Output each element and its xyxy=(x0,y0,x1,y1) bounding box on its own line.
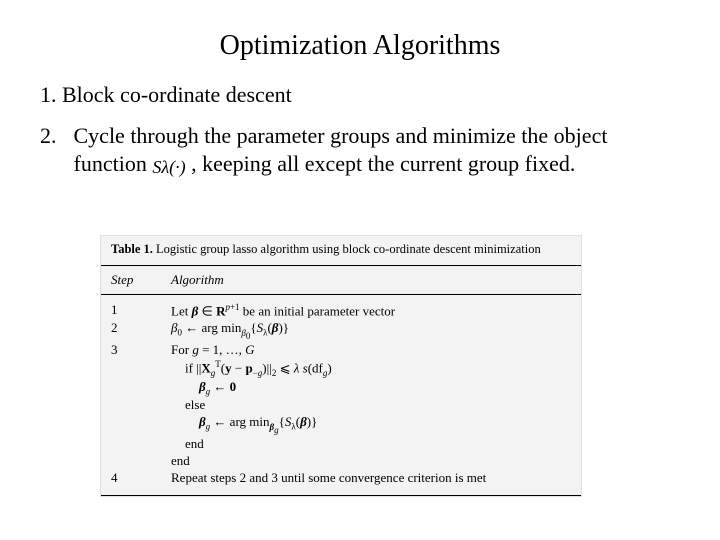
table-row: βg ← arg minβg{Sλ(β)} xyxy=(111,414,571,434)
table-header: Step Algorithm xyxy=(101,266,581,294)
slide: Optimization Algorithms 1. Block co-ordi… xyxy=(0,0,720,540)
list-item-2: 2. Cycle through the parameter groups an… xyxy=(40,122,680,177)
table-row: end xyxy=(111,453,571,469)
table-row: if ||XgT(y − p−g)||2 ⩽ λ s(dfg) xyxy=(111,359,571,378)
table-row: end xyxy=(111,436,571,452)
table-cell-algorithm: For g = 1, …, G xyxy=(171,342,571,358)
table-caption-label: Table 1. xyxy=(111,242,153,256)
table-header-algorithm: Algorithm xyxy=(171,272,571,288)
table-cell-step: 3 xyxy=(111,342,171,358)
slide-title: Optimization Algorithms xyxy=(40,30,680,62)
table-cell-step: 1 xyxy=(111,302,171,318)
rule-bottom xyxy=(101,495,581,496)
table-cell-algorithm: β0 ← arg minβ0{Sλ(β)} xyxy=(171,320,571,340)
table-header-step: Step xyxy=(111,272,171,288)
algorithm-table: Table 1. Logistic group lasso algorithm … xyxy=(100,235,582,497)
table-cell-step: 2 xyxy=(111,320,171,336)
table-row: 1Let β ∈ Rp+1 be an initial parameter ve… xyxy=(111,302,571,319)
table-row: 2β0 ← arg minβ0{Sλ(β)} xyxy=(111,320,571,340)
list-item-2-number: 2. xyxy=(40,122,68,150)
table-row: 3For g = 1, …, G xyxy=(111,342,571,358)
table-caption-text: Logistic group lasso algorithm using blo… xyxy=(153,242,541,256)
table-row: 4Repeat steps 2 and 3 until some converg… xyxy=(111,470,571,486)
table-cell-algorithm: Let β ∈ Rp+1 be an initial parameter vec… xyxy=(171,302,571,319)
table-cell-algorithm: Repeat steps 2 and 3 until some converge… xyxy=(171,470,571,486)
table-cell-algorithm: end xyxy=(171,453,571,469)
inline-math-s-lambda: Sλ(·) xyxy=(152,157,185,177)
list-item-2-body: Cycle through the parameter groups and m… xyxy=(74,122,664,177)
table-caption: Table 1. Logistic group lasso algorithm … xyxy=(101,236,581,265)
table-cell-algorithm: end xyxy=(171,436,571,452)
table-cell-algorithm: βg ← 0 xyxy=(171,379,571,397)
table-cell-algorithm: else xyxy=(171,397,571,413)
table-row: βg ← 0 xyxy=(111,379,571,397)
table-cell-algorithm: if ||XgT(y − p−g)||2 ⩽ λ s(dfg) xyxy=(171,359,571,378)
table-cell-step: 4 xyxy=(111,470,171,486)
list-item-1: 1. Block co-ordinate descent xyxy=(40,82,680,108)
table-body: 1Let β ∈ Rp+1 be an initial parameter ve… xyxy=(101,295,581,495)
list-item-1-text: Block co-ordinate descent xyxy=(62,82,292,107)
list-item-1-number: 1. xyxy=(40,82,57,107)
table-row: else xyxy=(111,397,571,413)
list-item-2-text-b: , keeping all except the current group f… xyxy=(186,151,576,176)
table-cell-algorithm: βg ← arg minβg{Sλ(β)} xyxy=(171,414,571,434)
